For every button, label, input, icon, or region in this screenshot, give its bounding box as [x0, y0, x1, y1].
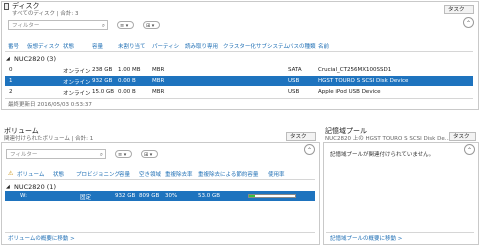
volume-overview-link[interactable]: ボリュームの概要に移動 > [8, 234, 75, 242]
disk-capacity: 238 GB [92, 67, 113, 73]
task-label: タスク [453, 134, 470, 140]
disk-unallocated: 0.00 B [118, 89, 136, 95]
volume-filter-placeholder: フィルター [10, 152, 38, 158]
disk-unallocated: 0.00 B [118, 78, 136, 84]
table-row[interactable]: 0 オンライン 238 GB 1.00 MB MBR SATA Crucial_… [5, 65, 473, 75]
disk-col-status[interactable]: 状態 [63, 42, 74, 50]
usage-bar [248, 194, 296, 198]
disk-footer-divider [5, 98, 473, 99]
volume-collapse-icon[interactable]: ⌃ [304, 144, 315, 155]
disk-num: 1 [9, 78, 13, 84]
disk-view-options[interactable]: ≡ ▾ [117, 21, 134, 29]
disk-status: オンライン [63, 80, 91, 86]
disk-name: Apple iPod USB Device [318, 89, 381, 95]
disk-col-unallocated[interactable]: 未割り当て [118, 42, 146, 50]
volume-filter-input[interactable]: フィルター ⌕ [6, 149, 106, 159]
volume-dedup-rate: 30% [165, 193, 178, 199]
table-row-selected[interactable]: W: 固定 932 GB 809 GB 30% 53.0 GB [5, 191, 315, 201]
disk-num: 0 [9, 67, 13, 73]
storage-pool-collapse-icon[interactable]: ⌃ [464, 144, 475, 155]
disk-icon [4, 3, 9, 10]
volume-col-status[interactable]: 状態 [53, 170, 64, 178]
volume-capacity: 932 GB [115, 193, 136, 199]
triangle-icon[interactable]: ◢ [6, 56, 10, 62]
volume-header-divider [5, 179, 315, 180]
task-label: タスク [290, 134, 307, 140]
volume-letter: W: [20, 193, 27, 199]
disk-capacity: 932 GB [92, 78, 113, 84]
volume-subtitle: 関連付けられたボリューム | 合計: 1 [4, 136, 94, 142]
disk-col-virtual[interactable]: 仮想ディスク [27, 42, 60, 50]
volume-col-dedup-savings[interactable]: 重複除去による節約容量 [198, 170, 258, 178]
storage-pool-overview-link[interactable]: 記憶域プールの概要に移動 > [330, 234, 402, 242]
volume-footer-divider [5, 232, 315, 233]
disk-unallocated: 1.00 MB [118, 67, 141, 73]
disk-col-partition[interactable]: パーティシ [152, 42, 179, 50]
volume-sort-options[interactable]: ⊞ ▾ [141, 150, 158, 158]
volume-col-dedup-rate[interactable]: 重複除去率 [165, 170, 193, 178]
volume-col-volume[interactable]: ボリューム [17, 170, 44, 178]
disk-header-divider [5, 51, 473, 52]
triangle-icon[interactable]: ◢ [6, 184, 10, 190]
disk-task-button[interactable]: タスク▾ [444, 5, 474, 22]
disk-num: 2 [9, 89, 13, 95]
table-row[interactable]: 2 オンライン 15.0 GB 0.00 B MBR USB Apple iPo… [5, 87, 473, 97]
disk-col-bus[interactable]: バスの種類 [288, 42, 316, 50]
volume-task-button[interactable]: タスク▾ [286, 132, 316, 149]
disk-status: オンライン [63, 91, 91, 97]
disk-bus: USB [288, 78, 300, 84]
search-icon: ⌕ [101, 23, 105, 29]
disk-capacity: 15.0 GB [92, 89, 115, 95]
volume-col-free[interactable]: 空き領域 [139, 170, 161, 178]
disk-name: Crucial_CT256MX100SSD1 [318, 67, 392, 73]
disk-partition: MBR [152, 78, 165, 84]
storage-pool-subtitle: NUC2820 上の HGST TOURO S SCSI Disk De... [325, 136, 449, 142]
disk-last-updated: 最終更新日 2016/05/03 0:53:37 [8, 102, 92, 108]
volume-view-options[interactable]: ≡ ▾ [115, 150, 132, 158]
task-label: タスク [448, 7, 465, 13]
disk-bus: USB [288, 89, 300, 95]
disk-collapse-icon[interactable]: ⌃ [463, 17, 474, 28]
volume-provisioning: 固定 [80, 195, 92, 201]
disk-status: オンライン [63, 69, 91, 75]
disk-bus: SATA [288, 67, 302, 73]
disk-col-capacity[interactable]: 容量 [92, 42, 103, 50]
volume-dedup-savings: 53.0 GB [198, 193, 221, 199]
table-row-selected[interactable]: 1 オンライン 932 GB 0.00 B MBR USB HGST TOURO… [5, 76, 473, 86]
search-icon: ⌕ [99, 152, 103, 158]
usage-bar-fill [249, 195, 255, 197]
disk-sort-options[interactable]: ⊞ ▾ [143, 21, 160, 29]
disk-group-label: NUC2820 (3) [14, 55, 56, 63]
storage-pool-empty-message: 記憶域プールが関連付けられていません。 [330, 152, 435, 158]
disk-filter-input[interactable]: フィルター ⌕ [8, 20, 108, 30]
volume-group-label: NUC2820 (1) [14, 183, 56, 191]
disk-partition: MBR [152, 67, 165, 73]
disk-name: HGST TOURO S SCSI Disk Device [318, 78, 409, 84]
volume-col-usage[interactable]: 使用率 [268, 170, 285, 178]
disk-col-number[interactable]: 番号 [8, 42, 19, 50]
disk-col-name[interactable]: 名前 [318, 42, 329, 50]
disk-col-subsystem[interactable]: サブシステム [256, 42, 289, 50]
volume-col-provisioning[interactable]: プロビジョニング [76, 170, 120, 178]
disk-filter-placeholder: フィルター [12, 23, 40, 29]
disk-subtitle: すべてのディスク | 合計: 3 [12, 11, 79, 17]
warning-icon: ⚠ [8, 170, 14, 177]
disk-col-readonly[interactable]: 読み取り専用 [185, 42, 218, 50]
disk-partition: MBR [152, 89, 165, 95]
volume-free: 809 GB [139, 193, 160, 199]
storage-pool-task-button[interactable]: タスク▾ [449, 132, 476, 149]
disk-col-clustered[interactable]: クラスター化 [223, 42, 256, 50]
volume-col-capacity[interactable]: 容量 [119, 170, 130, 178]
storage-pool-footer-divider [326, 232, 474, 233]
